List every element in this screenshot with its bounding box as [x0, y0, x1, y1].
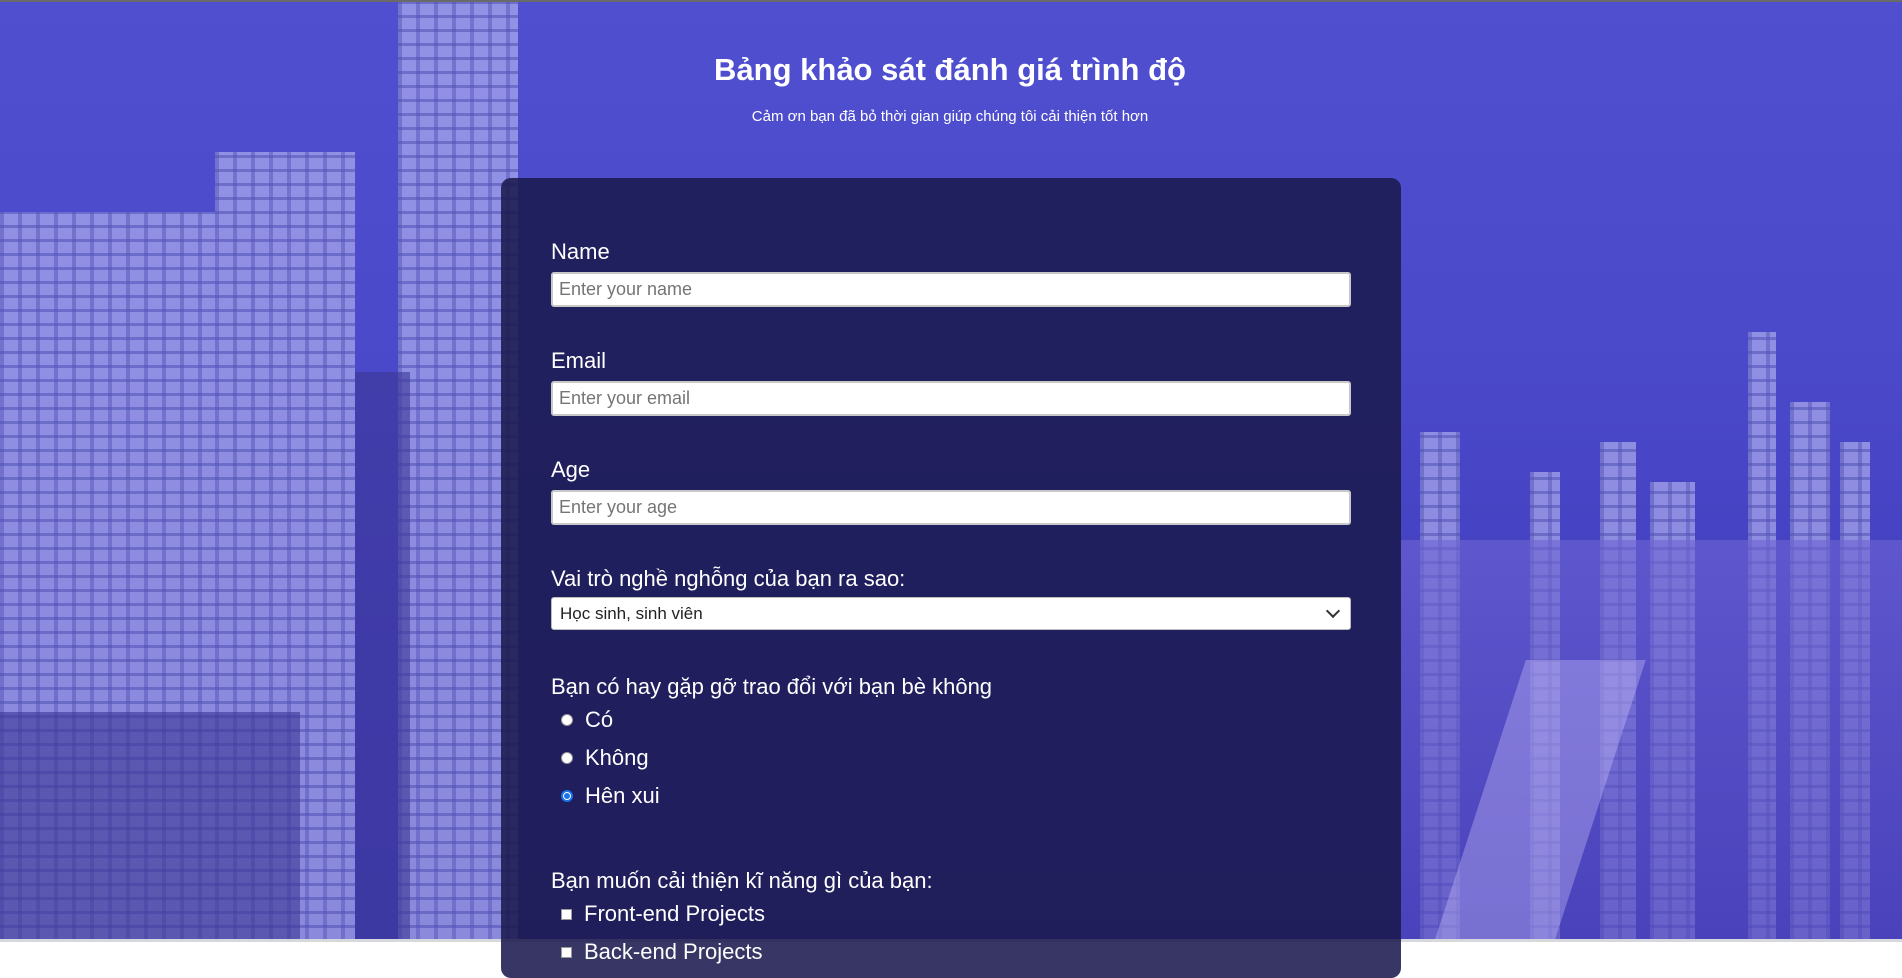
building [0, 712, 300, 942]
email-group: Email [551, 347, 1351, 416]
age-input[interactable] [551, 490, 1351, 525]
age-label: Age [551, 457, 591, 482]
radio-label: Hên xui [585, 783, 660, 808]
radio-label: Có [585, 707, 614, 732]
chevron-down-icon [1325, 603, 1341, 619]
email-label: Email [551, 348, 607, 373]
skills-group: Bạn muốn cải thiện kĩ năng gì của bạn: F… [551, 867, 1351, 971]
radio-button[interactable] [561, 714, 573, 726]
radio-button-checked[interactable] [561, 790, 573, 802]
role-label: Vai trò nghề nghỗng của bạn ra sao: [551, 566, 906, 591]
role-group: Vai trò nghề nghỗng của bạn ra sao: Học … [551, 565, 1351, 630]
meet-friends-group: Bạn có hay gặp gỡ trao đổi với bạn bè kh… [551, 673, 1351, 815]
building [398, 2, 518, 942]
checkbox[interactable] [561, 946, 572, 958]
email-input[interactable] [551, 381, 1351, 416]
name-input[interactable] [551, 272, 1351, 307]
checkbox[interactable] [561, 908, 572, 920]
survey-form: Name Email Age Vai trò nghề nghỗng của b… [501, 178, 1401, 978]
name-label: Name [551, 239, 610, 264]
radio-option-khong[interactable]: Không [561, 739, 1351, 777]
checkbox-option-frontend[interactable]: Front-end Projects [561, 895, 1351, 933]
building [355, 372, 410, 942]
radio-label: Không [585, 745, 649, 770]
radio-option-hen-xui[interactable]: Hên xui [561, 777, 1351, 815]
page-title: Bảng khảo sát đánh giá trình độ [714, 52, 1186, 87]
role-dropdown[interactable]: Học sinh, sinh viên [551, 597, 1351, 630]
page-subtitle: Cảm ơn bạn đã bỏ thời gian giúp chúng tô… [751, 108, 1149, 125]
skills-label: Bạn muốn cải thiện kĩ năng gì của bạn: [551, 868, 933, 893]
radio-button[interactable] [561, 752, 573, 764]
top-border [0, 0, 1902, 2]
checkbox-label: Front-end Projects [584, 901, 765, 926]
checkbox-label: Back-end Projects [584, 939, 763, 964]
radio-option-co[interactable]: Có [561, 701, 1351, 739]
meet-friends-label: Bạn có hay gặp gỡ trao đổi với bạn bè kh… [551, 674, 993, 699]
age-group: Age [551, 456, 1351, 525]
role-selected-value: Học sinh, sinh viên [560, 603, 703, 623]
name-group: Name [551, 238, 1351, 307]
checkbox-option-backend[interactable]: Back-end Projects [561, 933, 1351, 971]
